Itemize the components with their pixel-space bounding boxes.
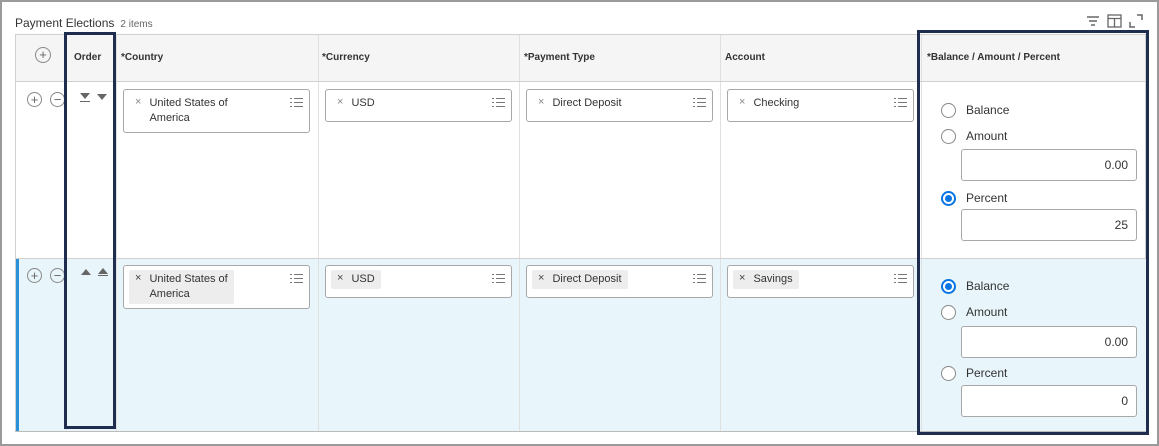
currency-chip: × USD: [337, 96, 375, 109]
radio-label: Amount: [966, 129, 1008, 143]
columns-icon[interactable]: [1107, 14, 1122, 33]
payment-type-chip: × Direct Deposit: [532, 270, 628, 289]
list-icon[interactable]: [492, 274, 505, 284]
account-field[interactable]: × Savings: [727, 265, 914, 298]
radio-percent[interactable]: [941, 191, 956, 206]
grid-title: Payment Elections 2 items: [15, 16, 153, 30]
payment-elections-grid: + Order *Country *Currency *Payment Type…: [15, 34, 1148, 432]
country-field[interactable]: × United States of America: [123, 89, 310, 133]
header-order[interactable]: Order: [74, 52, 101, 63]
move-to-top-icon[interactable]: [98, 268, 108, 277]
table-row: + − × United States of America × USD × Direc…: [16, 259, 1148, 431]
header-account[interactable]: Account: [725, 52, 765, 63]
list-icon[interactable]: [492, 98, 505, 108]
currency-field[interactable]: × USD: [325, 89, 512, 122]
list-icon[interactable]: [693, 274, 706, 284]
balance-amount-percent-cell: Balance Amount Percent: [921, 82, 1145, 258]
payment-type-field[interactable]: × Direct Deposit: [526, 265, 713, 298]
radio-label: Percent: [966, 366, 1008, 380]
grid-title-text: Payment Elections: [15, 16, 115, 30]
payment-type-chip: × Direct Deposit: [538, 96, 622, 109]
add-row-button[interactable]: +: [27, 92, 42, 107]
move-down-icon[interactable]: [97, 94, 107, 100]
radio-label: Amount: [966, 305, 1008, 319]
header-country[interactable]: *Country: [121, 52, 163, 63]
remove-currency-icon[interactable]: ×: [337, 96, 343, 108]
move-up-icon[interactable]: [81, 269, 91, 275]
radio-label: Balance: [966, 103, 1010, 117]
list-icon[interactable]: [290, 98, 303, 108]
balance-amount-percent-cell: Balance Amount Percent: [921, 259, 1145, 431]
remove-payment-type-icon[interactable]: ×: [538, 272, 544, 284]
remove-row-button[interactable]: −: [50, 268, 65, 283]
radio-amount[interactable]: [941, 305, 956, 320]
radio-amount[interactable]: [941, 129, 956, 144]
currency-field[interactable]: × USD: [325, 265, 512, 298]
amount-input[interactable]: [961, 326, 1137, 358]
header-currency[interactable]: *Currency: [322, 52, 370, 63]
fullscreen-icon[interactable]: [1129, 14, 1143, 33]
remove-account-icon[interactable]: ×: [739, 96, 745, 108]
list-icon[interactable]: [894, 98, 907, 108]
radio-label: Percent: [966, 191, 1008, 205]
country-field[interactable]: × United States of America: [123, 265, 310, 309]
remove-currency-icon[interactable]: ×: [337, 272, 343, 284]
country-chip: × United States of America: [129, 270, 234, 304]
remove-country-icon[interactable]: ×: [135, 272, 141, 284]
header-payment-type[interactable]: *Payment Type: [524, 52, 595, 63]
grid-toolbar: [1086, 14, 1146, 30]
payment-type-field[interactable]: × Direct Deposit: [526, 89, 713, 122]
list-icon[interactable]: [693, 98, 706, 108]
percent-input[interactable]: [961, 385, 1137, 417]
filter-icon[interactable]: [1086, 14, 1100, 33]
account-field[interactable]: × Checking: [727, 89, 914, 122]
account-chip: × Savings: [733, 270, 799, 289]
add-row-button[interactable]: +: [35, 47, 51, 63]
country-chip: × United States of America: [135, 96, 228, 124]
table-row: + − × United States of America × USD × Direc…: [16, 82, 1145, 259]
list-icon[interactable]: [290, 274, 303, 284]
amount-input[interactable]: [961, 149, 1137, 181]
radio-balance[interactable]: [941, 279, 956, 294]
account-chip: × Checking: [739, 96, 800, 109]
percent-input[interactable]: [961, 209, 1137, 241]
header-balance-amount-percent[interactable]: *Balance / Amount / Percent: [927, 52, 1060, 63]
currency-chip: × USD: [331, 270, 381, 289]
list-icon[interactable]: [894, 274, 907, 284]
move-to-bottom-icon[interactable]: [80, 93, 90, 102]
remove-payment-type-icon[interactable]: ×: [538, 96, 544, 108]
remove-country-icon[interactable]: ×: [135, 96, 141, 108]
item-count: 2 items: [120, 19, 153, 30]
radio-label: Balance: [966, 279, 1010, 293]
remove-account-icon[interactable]: ×: [739, 272, 745, 284]
remove-row-button[interactable]: −: [50, 92, 65, 107]
radio-balance[interactable]: [941, 103, 956, 118]
radio-percent[interactable]: [941, 366, 956, 381]
grid-header: + Order *Country *Currency *Payment Type…: [16, 35, 1145, 82]
add-row-button[interactable]: +: [27, 268, 42, 283]
